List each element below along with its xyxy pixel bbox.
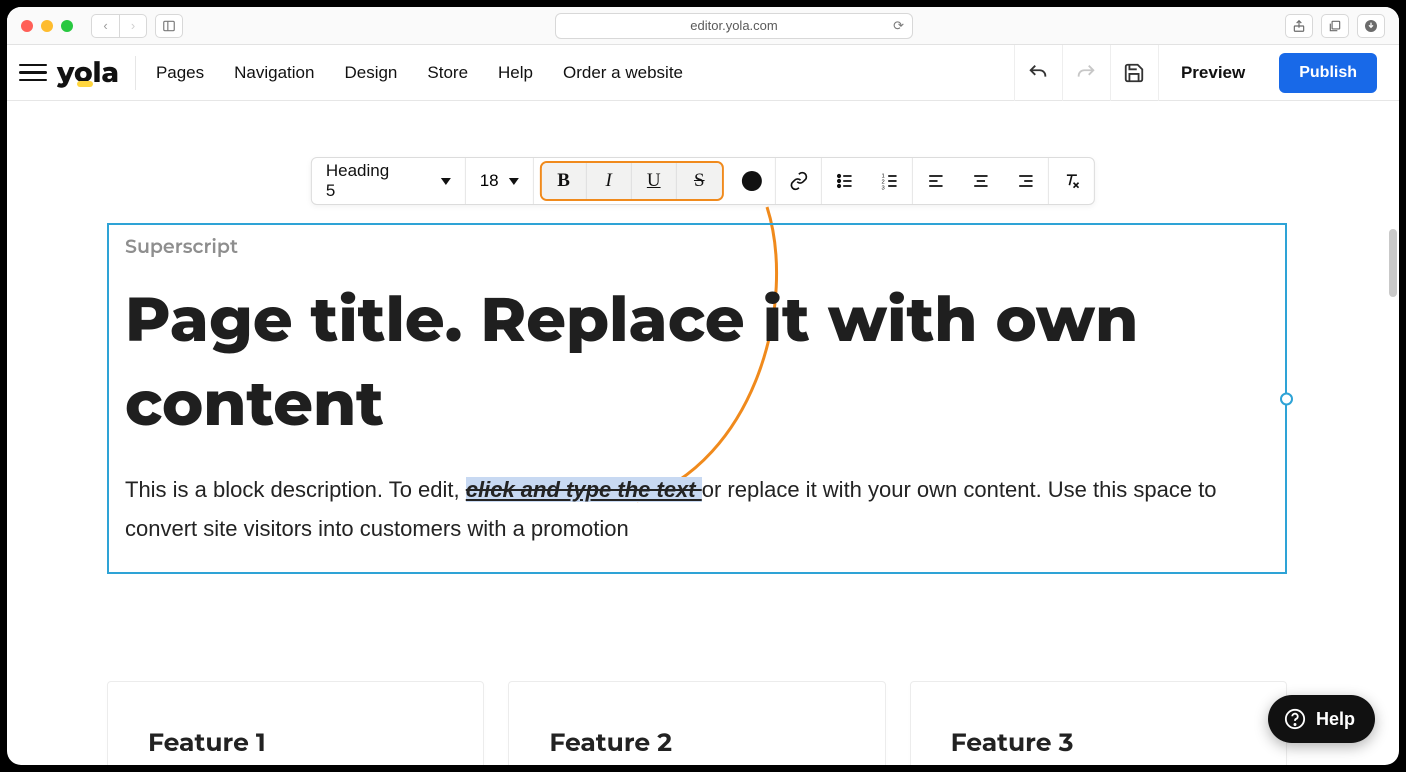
url-bar[interactable]: editor.yola.com ⟳ [555, 13, 913, 39]
desc-text-before: This is a block description. To edit, [125, 477, 466, 502]
downloads-button[interactable] [1357, 14, 1385, 38]
font-size-select[interactable]: 18 [466, 158, 533, 204]
feature-card[interactable]: Feature 2 [508, 681, 885, 765]
preview-button[interactable]: Preview [1158, 45, 1267, 101]
feature-title: Feature 2 [549, 728, 844, 758]
maximize-window-icon[interactable] [61, 20, 73, 32]
color-dot-icon [742, 171, 762, 191]
hamburger-menu-button[interactable] [19, 59, 47, 87]
yola-logo[interactable]: yola [57, 56, 136, 90]
strikethrough-button[interactable]: S [677, 163, 722, 199]
italic-button[interactable]: I [587, 163, 632, 199]
align-center-button[interactable] [958, 158, 1003, 204]
desc-text-selected: click and type the text [466, 477, 702, 502]
tabs-button[interactable] [1321, 14, 1349, 38]
save-button[interactable] [1110, 45, 1158, 101]
resize-handle[interactable] [1280, 392, 1293, 405]
text-block-selected[interactable]: Superscript Page title. Replace it with … [107, 223, 1287, 574]
minimize-window-icon[interactable] [41, 20, 53, 32]
menu-design[interactable]: Design [344, 63, 397, 83]
feature-card[interactable]: Feature 1 [107, 681, 484, 765]
browser-chrome: ‹ › editor.yola.com ⟳ [7, 7, 1399, 45]
text-style-group: B I U S [540, 161, 724, 201]
feature-card[interactable]: Feature 3 [910, 681, 1287, 765]
publish-button[interactable]: Publish [1279, 53, 1377, 93]
undo-button[interactable] [1014, 45, 1062, 101]
share-button[interactable] [1285, 14, 1313, 38]
main-menu: Pages Navigation Design Store Help Order… [156, 63, 683, 83]
nav-back-forward: ‹ › [91, 14, 147, 38]
link-button[interactable] [776, 158, 821, 204]
heading-style-select[interactable]: Heading 5 [312, 158, 465, 204]
feature-cards: Feature 1 Feature 2 Feature 3 [107, 681, 1287, 765]
redo-button[interactable] [1062, 45, 1110, 101]
block-type-label: Superscript [125, 235, 1269, 258]
menu-help[interactable]: Help [498, 63, 533, 83]
help-icon [1284, 708, 1306, 730]
back-button[interactable]: ‹ [91, 14, 119, 38]
menu-pages[interactable]: Pages [156, 63, 204, 83]
heading-style-label: Heading 5 [326, 161, 401, 201]
menu-navigation[interactable]: Navigation [234, 63, 314, 83]
align-left-button[interactable] [913, 158, 958, 204]
menu-store[interactable]: Store [427, 63, 468, 83]
forward-button[interactable]: › [119, 14, 147, 38]
text-color-button[interactable] [730, 158, 775, 204]
feature-title: Feature 1 [148, 728, 443, 758]
align-right-button[interactable] [1003, 158, 1048, 204]
ordered-list-button[interactable]: 123 [867, 158, 912, 204]
editor-canvas[interactable]: Heading 5 18 B I U S [7, 101, 1399, 765]
reload-icon[interactable]: ⟳ [893, 18, 904, 34]
sidebar-toggle-button[interactable] [155, 14, 183, 38]
menu-order-website[interactable]: Order a website [563, 63, 683, 83]
block-description[interactable]: This is a block description. To edit, cl… [125, 471, 1269, 548]
close-window-icon[interactable] [21, 20, 33, 32]
page-title[interactable]: Page title. Replace it with own content [125, 278, 1269, 445]
url-text: editor.yola.com [690, 18, 777, 33]
bullet-list-button[interactable] [822, 158, 867, 204]
svg-text:3: 3 [881, 185, 884, 191]
chevron-down-icon [441, 178, 451, 185]
help-chat-button[interactable]: Help [1268, 695, 1375, 743]
font-size-value: 18 [480, 171, 499, 191]
feature-title: Feature 3 [951, 728, 1246, 758]
bold-button[interactable]: B [542, 163, 587, 199]
text-format-toolbar: Heading 5 18 B I U S [311, 157, 1095, 205]
help-label: Help [1316, 709, 1355, 730]
window-controls [21, 20, 73, 32]
scrollbar-thumb[interactable] [1389, 229, 1397, 297]
chevron-down-icon [509, 178, 519, 185]
underline-button[interactable]: U [632, 163, 677, 199]
app-toolbar: yola Pages Navigation Design Store Help … [7, 45, 1399, 101]
clear-format-button[interactable] [1049, 158, 1094, 204]
